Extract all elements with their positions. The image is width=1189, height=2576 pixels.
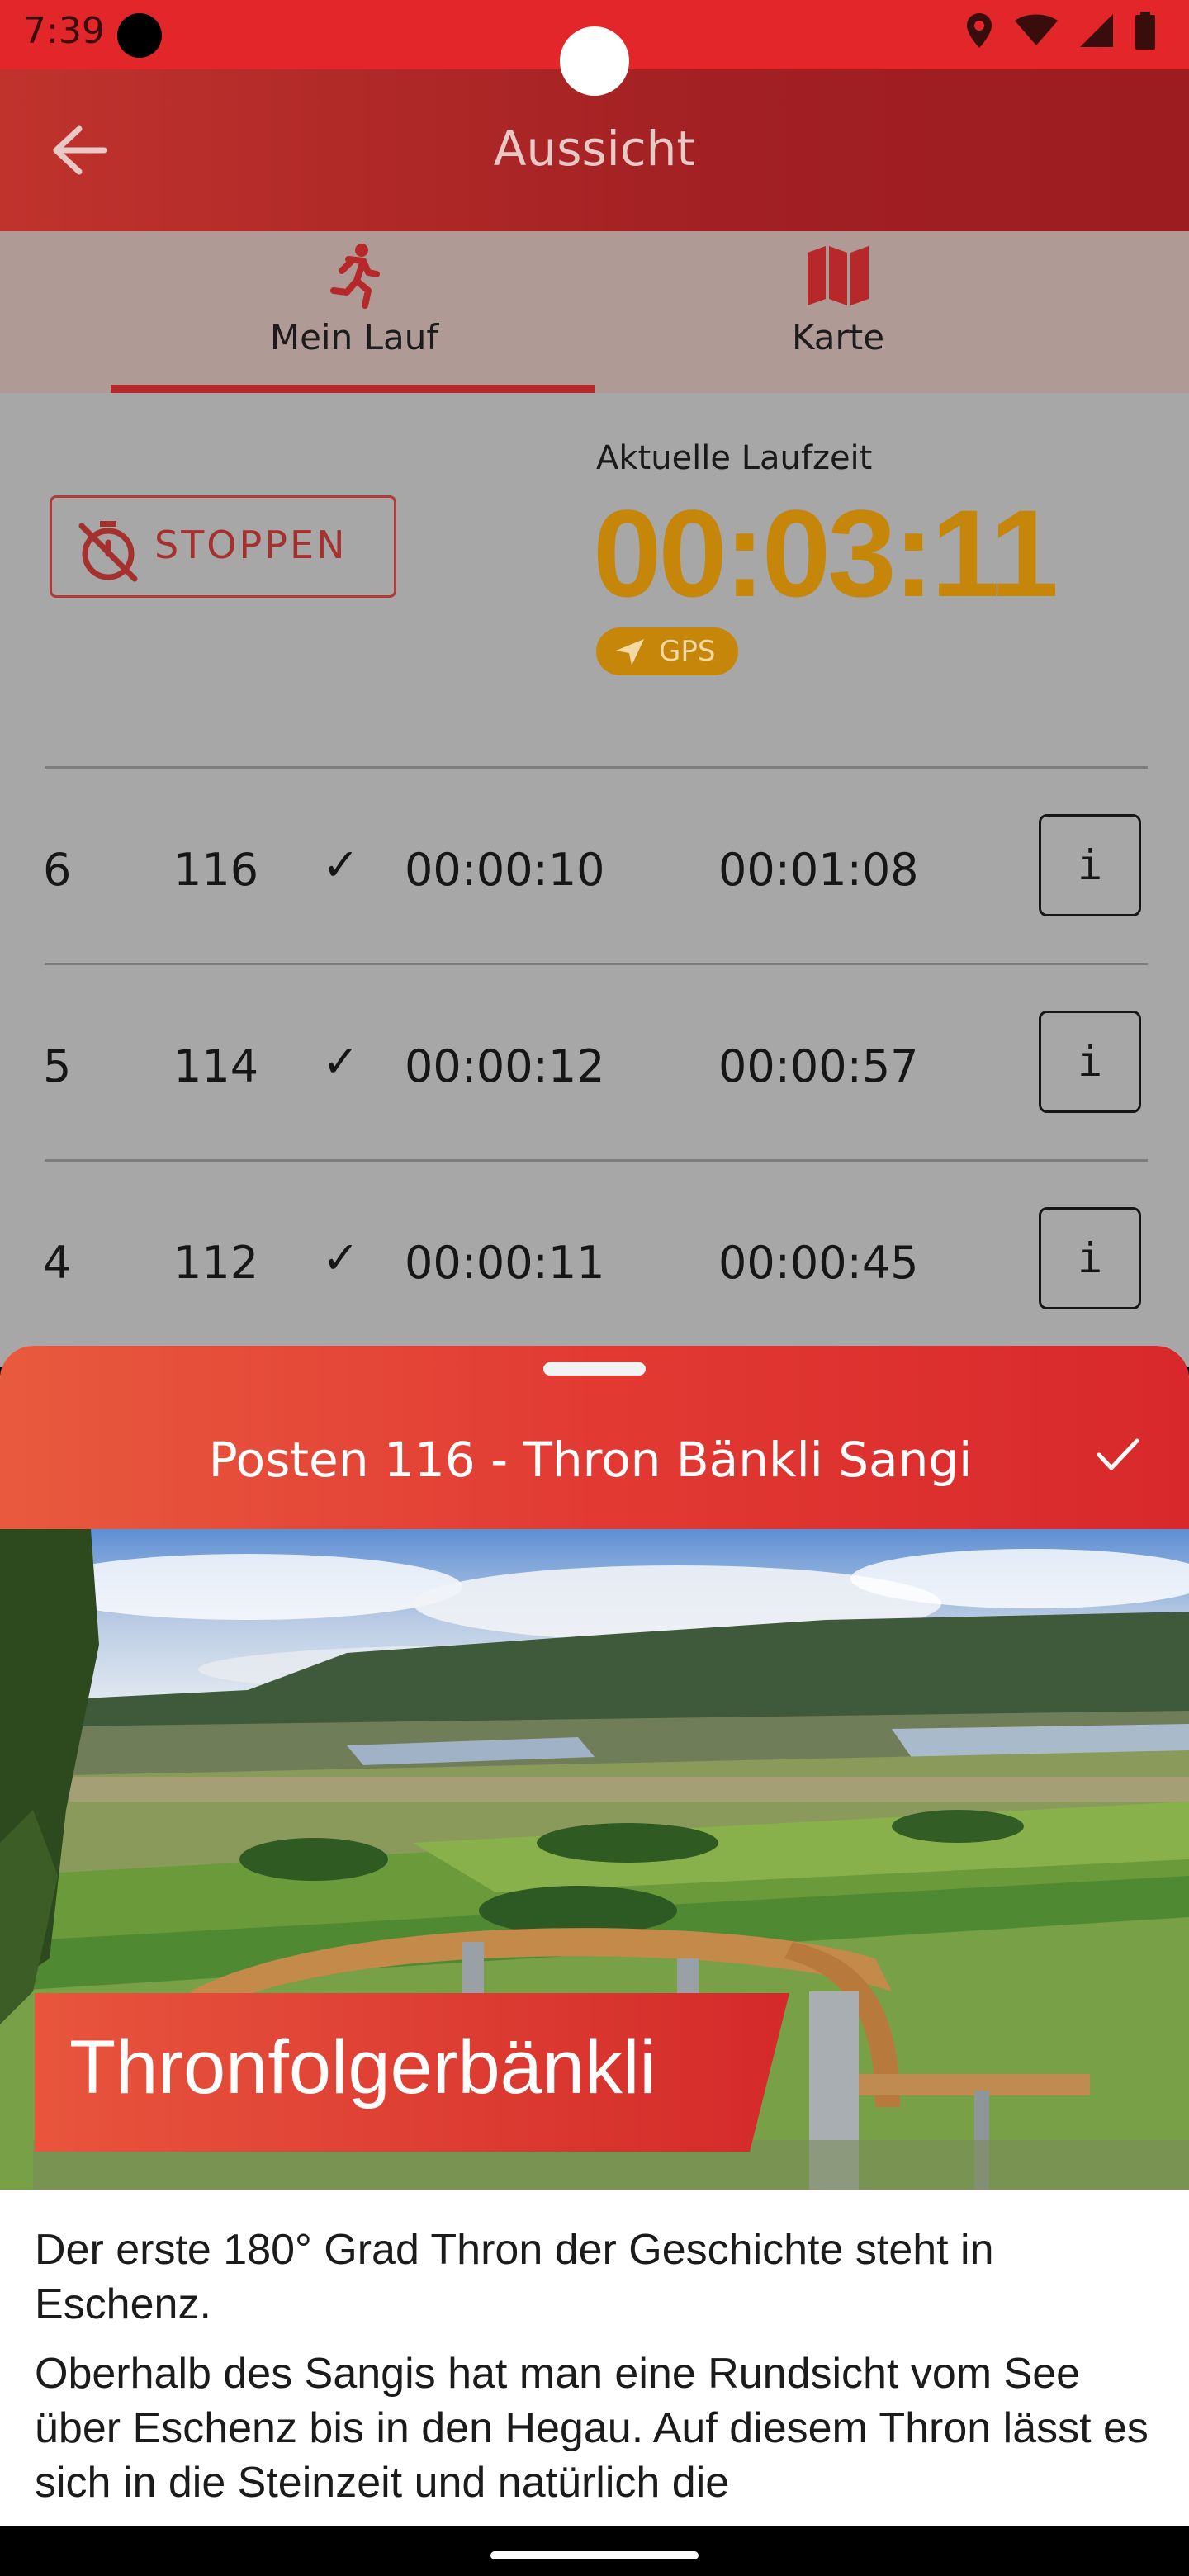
drag-handle[interactable]: [543, 1362, 646, 1376]
map-icon: [808, 246, 869, 305]
checkpoint-number: 5: [43, 1040, 72, 1092]
page-title: Aussicht: [493, 121, 696, 177]
runtime-caption: Aktuelle Laufzeit: [596, 439, 873, 477]
check-icon: ✓: [322, 839, 360, 891]
stop-button-label: STOPPEN: [154, 523, 348, 567]
checkpoint-row: 4 112 ✓ 00:00:11 00:00:45 i: [0, 1161, 1189, 1356]
info-button[interactable]: i: [1039, 1011, 1141, 1113]
checkpoint-split-time: 00:00:10: [405, 844, 605, 896]
gps-label: GPS: [659, 635, 716, 668]
timer-off-icon: [78, 521, 138, 582]
stop-button[interactable]: STOPPEN: [50, 495, 396, 598]
system-nav-bar: [0, 2526, 1189, 2576]
checkpoint-split-time: 00:00:11: [405, 1237, 605, 1289]
checkpoint-total-time: 00:00:45: [718, 1237, 919, 1289]
gps-badge: GPS: [596, 627, 738, 675]
title-banner: Thronfolgerbänkli: [35, 1993, 794, 2152]
front-camera-dot: [560, 26, 629, 96]
tab-bar: Mein Lauf Karte: [0, 231, 1189, 393]
bottom-sheet: Posten 116 - Thron Bänkli Sangi Thronfol…: [0, 1346, 1189, 2526]
checkpoint-photo: Thronfolgerbänkli: [0, 1529, 1189, 2190]
checkpoint-number: 4: [43, 1237, 72, 1289]
description: Der erste 180° Grad Thron der Geschichte…: [35, 2223, 1158, 2525]
info-button[interactable]: i: [1039, 814, 1141, 916]
tab-mein-lauf[interactable]: Mein Lauf: [111, 231, 598, 393]
navigation-arrow-icon: [616, 639, 644, 665]
status-icons: [964, 12, 1156, 50]
home-gesture-pill[interactable]: [490, 2551, 699, 2559]
camera-cutout: [117, 13, 162, 58]
signal-icon: [1080, 14, 1113, 47]
wifi-icon: [1015, 14, 1058, 45]
checkpoint-row: 6 116 ✓ 00:00:10 00:01:08 i: [0, 768, 1189, 963]
info-button[interactable]: i: [1039, 1207, 1141, 1309]
tab-label-karte: Karte: [791, 317, 885, 358]
description-paragraph: Der erste 180° Grad Thron der Geschichte…: [35, 2226, 994, 2328]
tab-karte[interactable]: Karte: [594, 231, 1082, 393]
runner-icon: [330, 244, 380, 309]
tab-indicator: [111, 385, 594, 393]
sheet-title: Posten 116 - Thron Bänkli Sangi: [208, 1432, 973, 1488]
check-icon: ✓: [322, 1232, 360, 1284]
location-icon: [967, 13, 992, 48]
description-paragraph: Oberhalb des Sangis hat man eine Rundsic…: [35, 2350, 1149, 2507]
checkpoint-number: 6: [43, 844, 72, 896]
checkpoint-post: 112: [173, 1237, 259, 1289]
check-icon: [1097, 1438, 1139, 1470]
runtime-value: 00:03:11: [593, 484, 1059, 623]
checkpoint-post: 114: [173, 1040, 259, 1092]
run-panel: STOPPEN Aktuelle Laufzeit 00:03:11 GPS 6…: [0, 393, 1189, 1367]
sheet-header: Posten 116 - Thron Bänkli Sangi: [0, 1346, 1189, 1529]
checkpoint-split-time: 00:00:12: [405, 1040, 605, 1092]
tab-label-mein-lauf: Mein Lauf: [269, 317, 439, 358]
status-time: 7:39: [23, 10, 105, 52]
banner-title: Thronfolgerbänkli: [69, 2025, 656, 2110]
checkpoint-total-time: 00:00:57: [718, 1040, 919, 1092]
checkpoint-row: 5 114 ✓ 00:00:12 00:00:57 i: [0, 964, 1189, 1159]
checkpoint-total-time: 00:01:08: [718, 844, 919, 896]
checkpoint-post: 116: [173, 844, 259, 896]
battery-icon: [1135, 12, 1155, 50]
check-icon: ✓: [322, 1035, 360, 1087]
